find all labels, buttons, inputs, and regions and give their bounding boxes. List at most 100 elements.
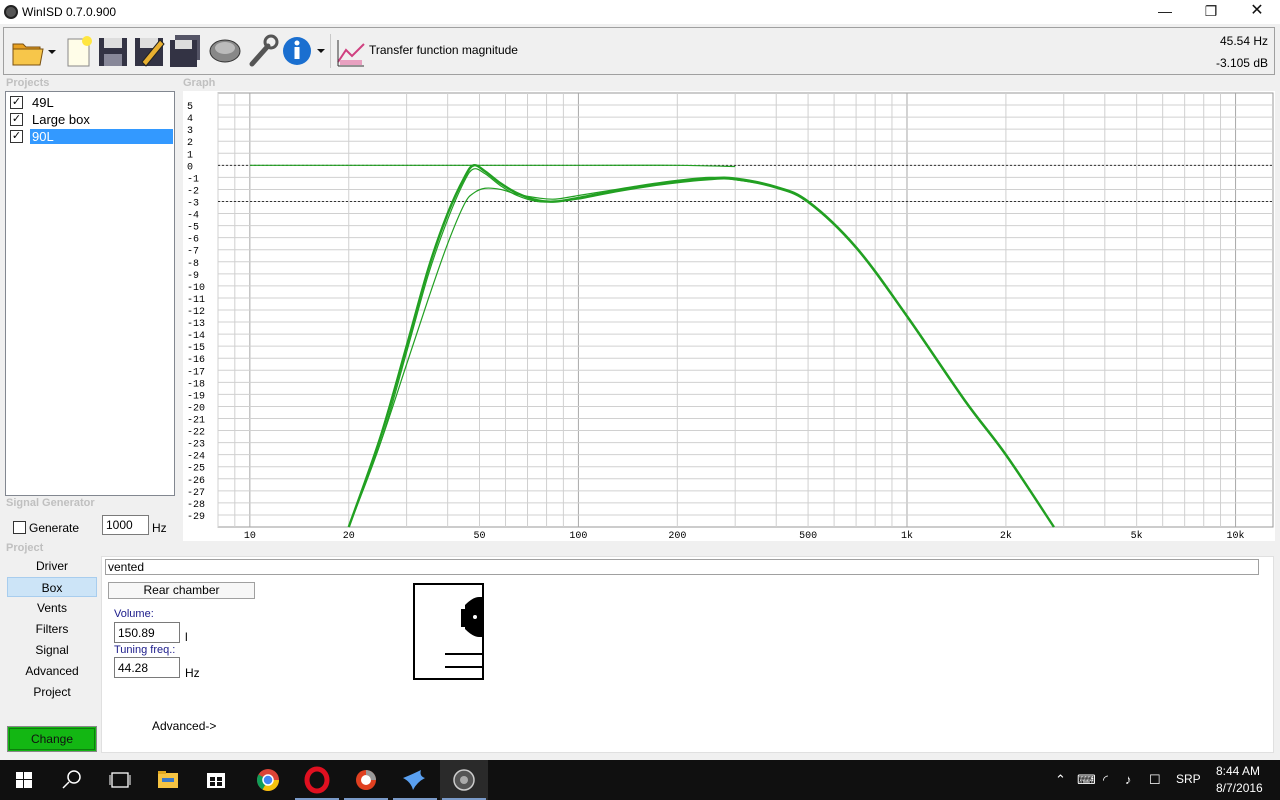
advanced-link[interactable]: Advanced-> (152, 719, 216, 733)
toolbar: Transfer function magnitude 45.54 Hz -3.… (3, 27, 1275, 75)
change-button[interactable]: Change (7, 726, 97, 752)
winisd-icon[interactable] (440, 760, 488, 800)
y-tick-label: -22 (187, 428, 205, 439)
x-tick-label: 100 (569, 531, 587, 541)
box-type-select[interactable]: vented (105, 559, 1259, 575)
chevron-up-icon[interactable]: ⌃ (1055, 772, 1066, 788)
volume-label: Volume: (114, 608, 154, 620)
y-tick-label: -3 (187, 199, 199, 210)
box-panel: vented Rear chamber Volume: l Tuning fre… (101, 556, 1274, 753)
rear-chamber-button[interactable]: Rear chamber (108, 582, 255, 599)
project-item-large-box[interactable]: ✓ Large box (8, 111, 173, 127)
y-tick-label: -17 (187, 367, 205, 378)
app-icon[interactable] (342, 760, 390, 800)
cursor-level-readout: -3.105 dB (1215, 56, 1268, 70)
save-icon[interactable] (96, 32, 130, 70)
tuning-frequency-input[interactable] (114, 657, 180, 678)
y-tick-label: -8 (187, 259, 199, 270)
y-tick-label: 0 (187, 162, 193, 173)
graph-type-label[interactable]: Transfer function magnitude (369, 43, 518, 57)
save-all-icon[interactable] (168, 32, 202, 70)
nav-filters[interactable]: Filters (7, 619, 97, 639)
x-tick-label: 200 (668, 531, 686, 541)
y-tick-label: -13 (187, 319, 205, 330)
opera-icon[interactable] (293, 760, 341, 800)
nav-driver[interactable]: Driver (7, 556, 97, 576)
y-tick-label: -25 (187, 464, 205, 475)
project-checkbox[interactable]: ✓ (10, 113, 23, 126)
graph-background (183, 91, 1275, 541)
y-tick-label: -23 (187, 440, 205, 451)
volume-icon[interactable]: ♪ (1125, 772, 1132, 787)
cursor-frequency-readout: 45.54 Hz (1219, 34, 1268, 48)
y-tick-label: 1 (187, 150, 193, 161)
minimize-button[interactable]: — (1142, 0, 1188, 24)
toolbar-separator (330, 34, 331, 68)
bird-app-icon[interactable] (391, 760, 439, 800)
x-tick-label: 50 (473, 531, 485, 541)
y-tick-label: -26 (187, 476, 205, 487)
projects-list[interactable]: ✓ 49L ✓ Large box ✓ 90L (5, 91, 175, 496)
save-as-icon[interactable] (132, 32, 166, 70)
language-indicator[interactable]: SRP (1176, 772, 1201, 786)
nav-project[interactable]: Project (7, 682, 97, 702)
nav-advanced[interactable]: Advanced (7, 661, 97, 681)
nav-signal[interactable]: Signal (7, 640, 97, 660)
transfer-function-graph[interactable]: 543210-1-2-3-4-5-6-7-8-9-10-11-12-13-14-… (183, 91, 1275, 541)
graph-type-icon[interactable] (334, 32, 368, 70)
close-button[interactable]: ✕ (1234, 0, 1280, 24)
clock-date[interactable]: 8/7/2016 (1216, 781, 1263, 795)
y-tick-label: -24 (187, 452, 205, 463)
project-item-90l[interactable]: ✓ 90L (8, 128, 173, 144)
projects-section-label: Projects (6, 77, 50, 89)
store-icon[interactable] (192, 760, 240, 800)
notifications-icon[interactable]: ☐ (1149, 772, 1161, 788)
window-title: WinISD 0.7.0.900 (22, 5, 117, 19)
file-explorer-icon[interactable] (144, 760, 192, 800)
maximize-button[interactable]: ❐ (1188, 0, 1234, 24)
generator-frequency-unit: Hz (152, 521, 167, 535)
project-name: 90L (30, 129, 173, 144)
nav-box[interactable]: Box (7, 577, 97, 597)
generate-checkbox[interactable] (13, 521, 26, 534)
y-tick-label: 3 (187, 126, 193, 137)
y-tick-label: -16 (187, 355, 205, 366)
wifi-icon[interactable]: ◜ (1103, 772, 1108, 788)
y-tick-label: 2 (187, 138, 193, 149)
chrome-icon[interactable] (244, 760, 292, 800)
y-tick-label: 5 (187, 102, 193, 113)
input-method-icon[interactable]: ⌨ (1077, 772, 1096, 788)
info-icon[interactable] (280, 32, 328, 70)
project-name: 49L (32, 95, 54, 110)
project-checkbox[interactable]: ✓ (10, 96, 23, 109)
x-tick-label: 10 (244, 531, 256, 541)
y-tick-label: 4 (187, 114, 193, 125)
y-tick-label: -14 (187, 331, 205, 342)
volume-input[interactable] (114, 622, 180, 643)
y-tick-label: -28 (187, 500, 205, 511)
driver-icon[interactable] (208, 32, 242, 70)
settings-wrench-icon[interactable] (246, 32, 280, 70)
project-section-label: Project (6, 542, 44, 554)
y-tick-label: -10 (187, 283, 205, 294)
project-name: Large box (32, 112, 90, 127)
y-tick-label: -7 (187, 247, 199, 258)
new-project-icon[interactable] (62, 32, 96, 70)
project-item-49l[interactable]: ✓ 49L (8, 94, 173, 110)
windows-start-icon[interactable] (0, 760, 48, 800)
x-tick-label: 5k (1131, 530, 1143, 541)
volume-unit: l (185, 630, 188, 644)
graph-section-label: Graph (183, 77, 216, 89)
task-view-icon[interactable] (96, 760, 144, 800)
y-tick-label: -1 (187, 174, 199, 185)
project-checkbox[interactable]: ✓ (10, 130, 23, 143)
open-folder-icon[interactable] (10, 32, 56, 70)
x-tick-label: 20 (343, 531, 355, 541)
tuning-frequency-label: Tuning freq.: (114, 644, 176, 656)
search-icon[interactable] (48, 760, 96, 800)
generator-frequency-input[interactable] (102, 515, 149, 535)
nav-vents[interactable]: Vents (7, 598, 97, 618)
clock-time[interactable]: 8:44 AM (1216, 764, 1260, 778)
tuning-frequency-unit: Hz (185, 666, 200, 680)
y-tick-label: -21 (187, 416, 205, 427)
